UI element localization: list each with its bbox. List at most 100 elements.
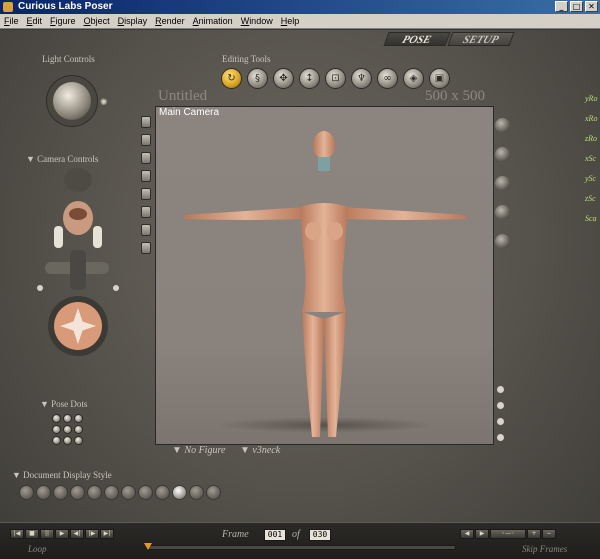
sun-icon[interactable]: ✺ [100,97,108,108]
delete-key-button[interactable]: − [542,529,556,539]
pose-dot[interactable] [52,425,61,434]
total-frames-field[interactable]: 030 [309,529,331,541]
menu-animation[interactable]: Animation [189,14,237,28]
pose-dot[interactable] [63,414,72,423]
close-button[interactable]: ✕ [585,1,598,12]
display-style-hidden-line[interactable] [70,485,85,500]
body-part-selector[interactable]: ▼ v3neck [240,445,280,456]
menu-window[interactable]: Window [237,14,277,28]
pose-dot[interactable] [52,436,61,445]
menu-figure[interactable]: Figure [46,14,80,28]
menu-render[interactable]: Render [151,14,189,28]
current-frame-field[interactable]: 001 [264,529,286,541]
side-button[interactable] [141,152,151,164]
chain-break-tool-icon[interactable]: ∞ [377,68,398,89]
knob[interactable] [495,234,510,249]
display-style-flat-lined[interactable] [121,485,136,500]
translate-tool-icon[interactable]: ✥ [273,68,294,89]
dot-button[interactable] [497,386,504,393]
keyframe-buttons: ◀ ▶ ◦—◦ + − [460,529,556,539]
display-style-texture-shaded[interactable] [206,485,221,500]
tab-pose[interactable]: POSE [383,32,451,46]
timeline-slider[interactable] [146,545,456,550]
render-knob[interactable] [495,118,510,133]
translate-in-out-tool-icon[interactable]: ↕ [299,68,320,89]
playhead-marker[interactable] [144,543,152,550]
pose-dot[interactable] [74,436,83,445]
human-figure[interactable] [156,107,494,445]
figure-selector[interactable]: ▼ No Figure [172,445,225,456]
stop-button[interactable]: ■ [25,529,39,539]
side-button[interactable] [141,242,151,254]
side-button[interactable] [141,134,151,146]
window-controls: _ □ ✕ [555,1,598,12]
edit-keyframes-button[interactable]: ◦—◦ [490,529,526,539]
go-to-end-button[interactable]: ▶| [100,529,114,539]
knob[interactable] [495,176,510,191]
param-yrotate[interactable]: yRo [585,94,597,103]
window-titlebar: Curious Labs Poser _ □ ✕ [0,0,600,14]
minimize-button[interactable]: _ [555,1,568,12]
dot-button[interactable] [497,418,504,425]
twist-tool-icon[interactable]: § [247,68,268,89]
param-xscale[interactable]: xSc [585,154,597,163]
param-zscale[interactable]: zSc [585,194,597,203]
menu-display[interactable]: Display [114,14,152,28]
knob[interactable] [495,147,510,162]
side-button[interactable] [141,188,151,200]
display-style-lit-wireframe[interactable] [87,485,102,500]
pose-dot[interactable] [74,425,83,434]
param-zrotate[interactable]: zRo [585,134,597,143]
side-button[interactable] [141,170,151,182]
light-control-sphere[interactable] [53,82,91,120]
display-style-buttons [19,485,221,500]
skip-frames-toggle[interactable]: Skip Frames [522,544,567,554]
pose-dot[interactable] [63,425,72,434]
side-button[interactable] [141,206,151,218]
display-style-cartoon[interactable] [138,485,153,500]
document-side-buttons [141,116,151,254]
add-key-button[interactable]: + [527,529,541,539]
scale-tool-icon[interactable]: ⊡ [325,68,346,89]
step-back-button[interactable]: ◀| [70,529,84,539]
menu-help[interactable]: Help [277,14,304,28]
param-yscale[interactable]: ySc [585,174,597,183]
view-magnifier-tool-icon[interactable]: ▣ [429,68,450,89]
side-button[interactable] [141,116,151,128]
menu-file[interactable]: File [0,14,23,28]
go-to-start-button[interactable]: |◀ [10,529,24,539]
dot-button[interactable] [497,434,504,441]
param-scale[interactable]: Sca [585,214,597,223]
display-style-silhouette[interactable] [19,485,34,500]
rotate-tool-icon[interactable]: ↻ [221,68,242,89]
dot-button[interactable] [497,402,504,409]
display-style-smooth-lined[interactable] [189,485,204,500]
menu-bar: File Edit Figure Object Display Render A… [0,14,600,29]
tab-setup[interactable]: SETUP [447,32,515,46]
param-xrotate[interactable]: xRo [585,114,597,123]
display-style-wireframe[interactable] [53,485,68,500]
step-forward-button[interactable]: |▶ [85,529,99,539]
knob[interactable] [495,205,510,220]
display-style-flat-shaded[interactable] [104,485,119,500]
next-key-button[interactable]: ▶ [475,529,489,539]
body-part-selector-value: v3neck [252,445,281,456]
play-button[interactable]: ▶ [55,529,69,539]
display-style-outline[interactable] [36,485,51,500]
side-button[interactable] [141,224,151,236]
display-style-cartoon-line[interactable] [155,485,170,500]
document-viewport[interactable]: Main Camera [155,106,494,445]
menu-edit[interactable]: Edit [23,14,47,28]
pose-dot[interactable] [63,436,72,445]
camera-controls[interactable] [30,168,125,368]
loop-toggle[interactable]: Loop [28,544,47,554]
pause-button[interactable]: || [40,529,54,539]
pose-dot[interactable] [74,414,83,423]
maximize-button[interactable]: □ [570,1,583,12]
color-tool-icon[interactable]: ◈ [403,68,424,89]
prev-key-button[interactable]: ◀ [460,529,474,539]
display-style-smooth-shaded[interactable] [172,485,187,500]
taper-tool-icon[interactable]: ♆ [351,68,372,89]
menu-object[interactable]: Object [80,14,114,28]
pose-dot[interactable] [52,414,61,423]
